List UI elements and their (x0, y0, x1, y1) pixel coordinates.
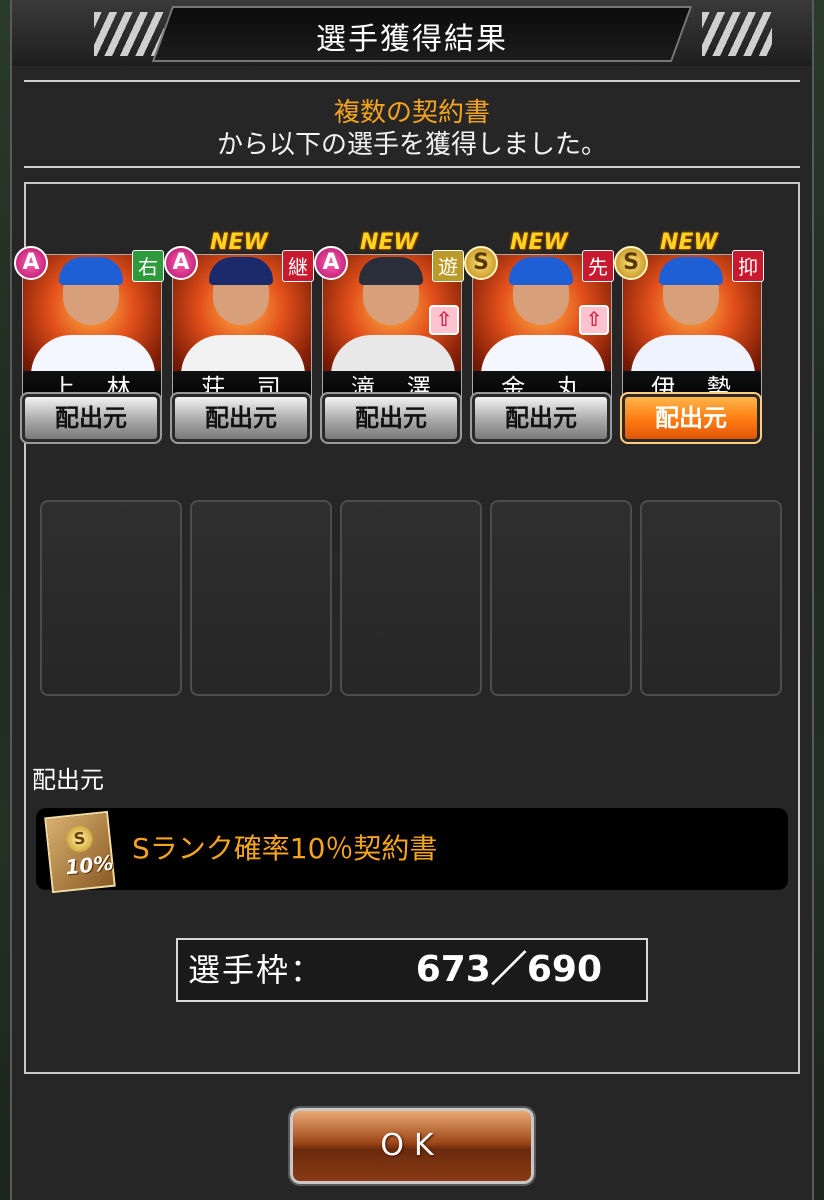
dialog-title: 選手獲得結果 (316, 22, 508, 57)
empty-slot (40, 500, 182, 696)
new-badge: NEW (210, 230, 268, 255)
rank-badge: A (14, 246, 48, 280)
source-section-label: 配出元 (32, 766, 104, 794)
roster-capacity: 選手枠： 673／690 (176, 938, 648, 1002)
player-card[interactable]: 滝 澤 ⇧ A 遊 NEW 配出元 (314, 230, 464, 445)
upgrade-arrow-icon: ⇧ (579, 305, 609, 335)
title-bar: 選手獲得結果 (12, 0, 812, 66)
divider (24, 166, 800, 168)
player-card[interactable]: 金 丸 ⇧ S 先 NEW 配出元 (464, 230, 614, 445)
empty-slot (340, 500, 482, 696)
rank-badge: A (314, 246, 348, 280)
new-badge: NEW (660, 230, 718, 255)
rank-badge: S (464, 246, 498, 280)
player-cap (659, 257, 723, 285)
roster-value: 673／690 (415, 949, 602, 990)
player-card-list: 上 林 A 右配出元荘 司 A 継 NEW 配出元滝 澤 ⇧ A 遊 NEW 配出元金 丸 ⇧ S 先 NEW… (14, 230, 780, 450)
new-badge: NEW (510, 230, 568, 255)
ticket-name: Sランク確率10％契約書 (132, 832, 438, 865)
ok-button[interactable]: OK (288, 1106, 536, 1186)
source-ticket-row[interactable]: S 10% Sランク確率10％契約書 (36, 808, 788, 894)
player-cap (359, 257, 423, 285)
player-cap (59, 257, 123, 285)
position-badge: 右 (132, 250, 164, 282)
upgrade-arrow-icon: ⇧ (429, 305, 459, 335)
source-button[interactable]: 配出元 (620, 392, 762, 444)
player-card[interactable]: 荘 司 A 継 NEW 配出元 (164, 230, 314, 445)
source-button[interactable]: 配出元 (20, 392, 162, 444)
player-cap (209, 257, 273, 285)
ticket-percent: 10% (64, 850, 115, 880)
player-cap (509, 257, 573, 285)
player-card[interactable]: 上 林 A 右配出元 (14, 240, 164, 445)
source-button[interactable]: 配出元 (470, 392, 612, 444)
s-coin-icon: S (65, 824, 94, 854)
new-badge: NEW (360, 230, 418, 255)
position-badge: 抑 (732, 250, 764, 282)
position-badge: 継 (282, 250, 314, 282)
message-acquired: から以下の選手を獲得しました。 (216, 130, 607, 160)
contract-ticket-icon: S 10% (44, 810, 116, 894)
source-button[interactable]: 配出元 (170, 392, 312, 444)
position-badge: 先 (582, 250, 614, 282)
rank-badge: A (164, 246, 198, 280)
source-button[interactable]: 配出元 (320, 392, 462, 444)
divider (24, 80, 800, 82)
rank-badge: S (614, 246, 648, 280)
empty-slot (490, 500, 632, 696)
empty-slot (190, 500, 332, 696)
player-card[interactable]: 伊 勢 S 抑 NEW 配出元 (614, 230, 764, 445)
empty-slot (640, 500, 782, 696)
position-badge: 遊 (432, 250, 464, 282)
roster-label: 選手枠： (188, 951, 325, 989)
empty-slot-list (40, 500, 784, 696)
